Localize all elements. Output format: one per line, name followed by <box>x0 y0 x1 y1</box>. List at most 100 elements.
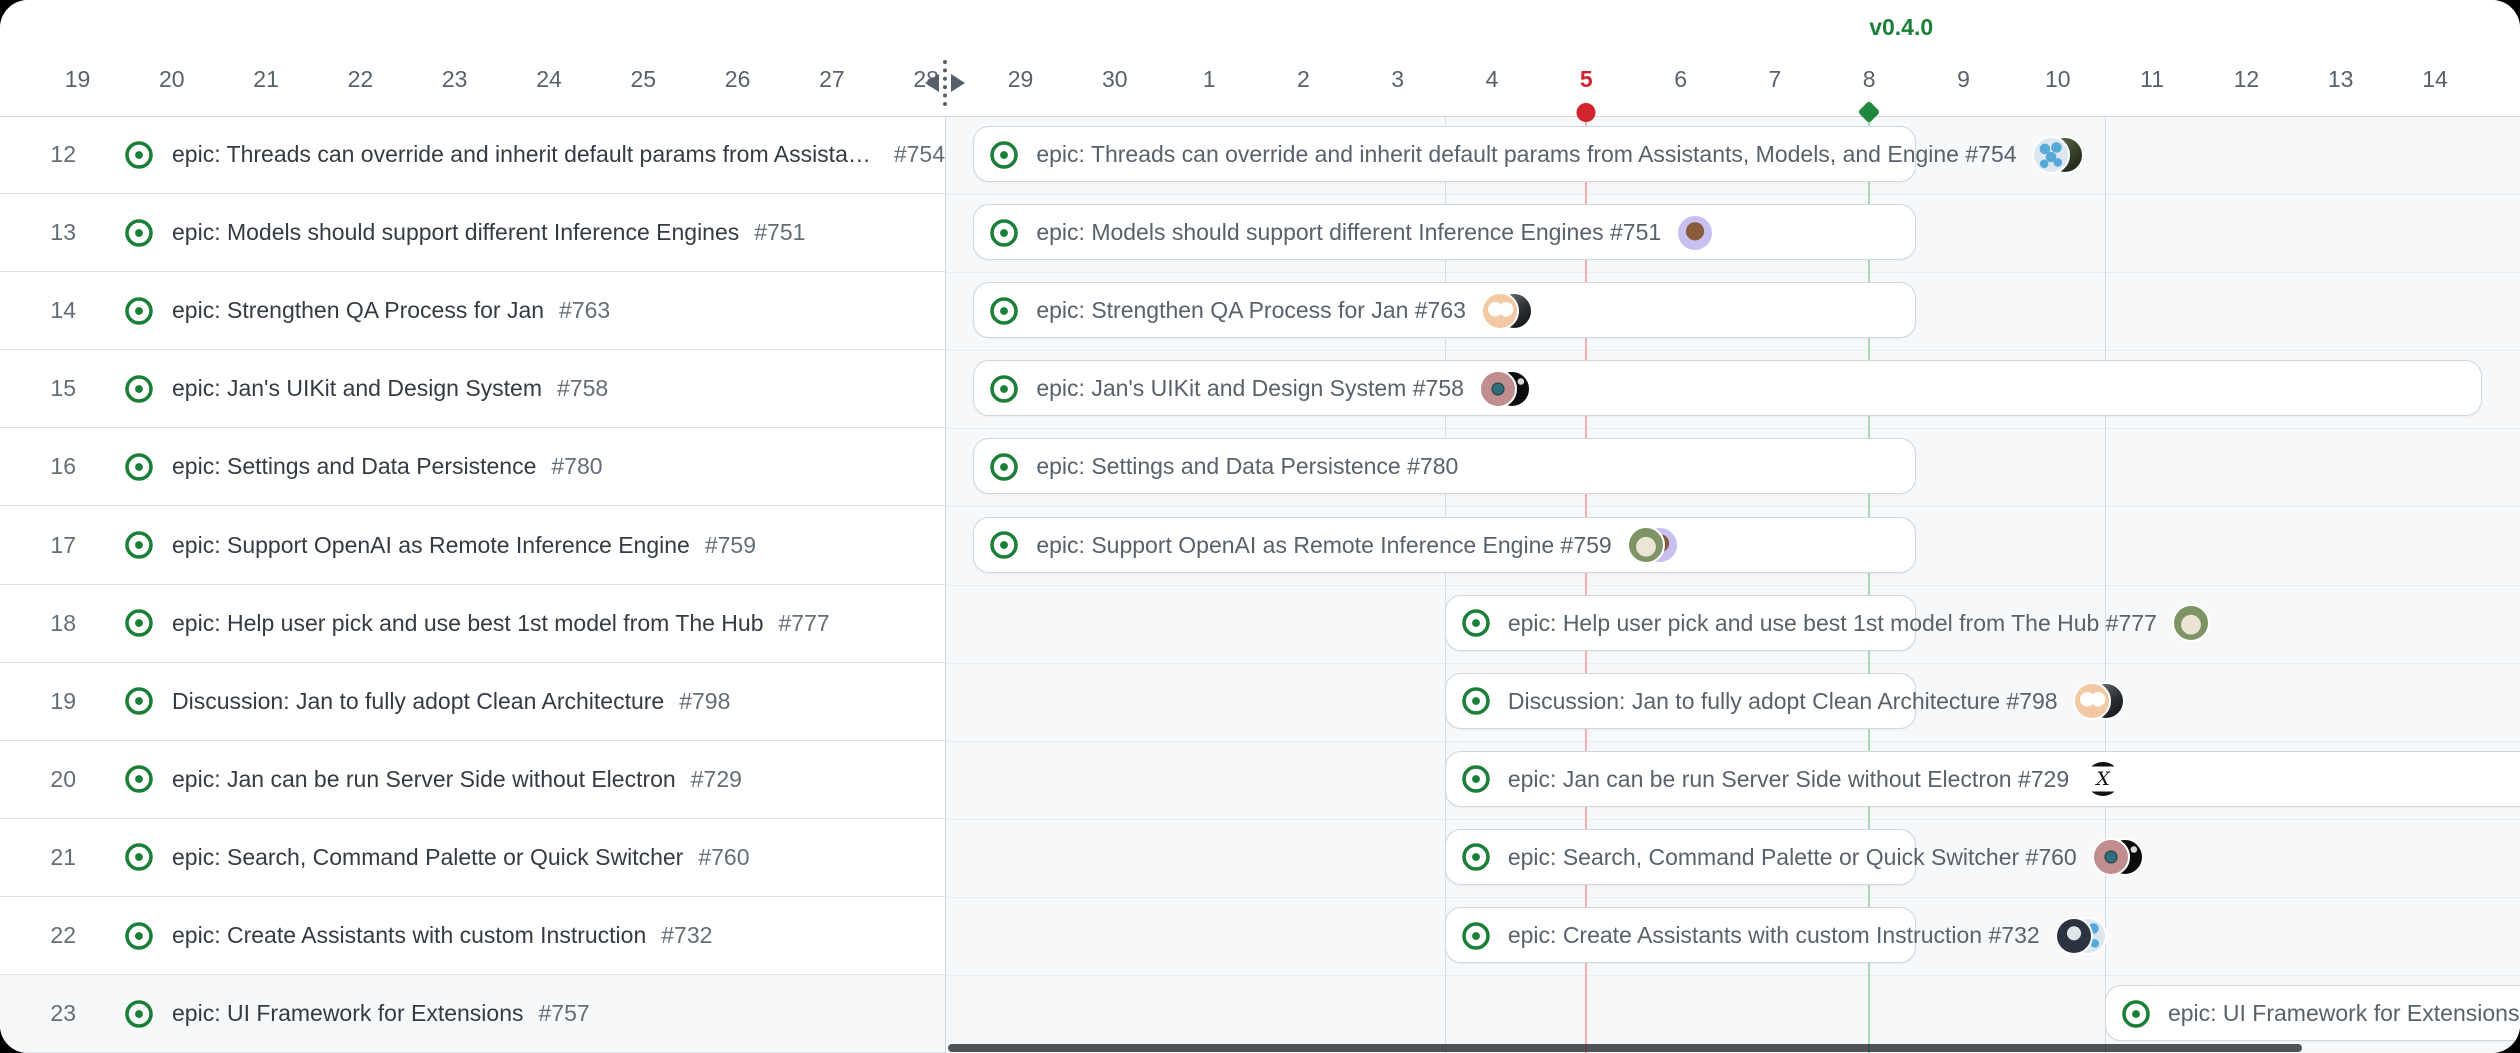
open-issue-icon <box>124 296 154 326</box>
table-row[interactable]: 20 epic: Jan can be run Server Side with… <box>0 741 945 819</box>
row-number: 12 <box>0 141 76 168</box>
table-row[interactable]: 15 epic: Jan's UIKit and Design System #7… <box>0 350 945 428</box>
date-label: 9 <box>1957 66 1970 93</box>
date-label: 2 <box>1297 66 1310 93</box>
timeline-bar[interactable] <box>1445 907 1917 963</box>
table-row[interactable]: 22 epic: Create Assistants with custom I… <box>0 897 945 975</box>
resize-arrow-right-icon <box>951 74 965 92</box>
milestone-label: v0.4.0 <box>1869 14 1933 41</box>
date-label: 4 <box>1486 66 1499 93</box>
issue-number: #760 <box>698 844 749 871</box>
issue-number: #780 <box>551 453 602 480</box>
assignee-avatar-stack <box>2172 604 2210 642</box>
open-issue-icon <box>124 842 154 872</box>
timeline-bar[interactable] <box>973 438 1916 494</box>
date-label: 1 <box>1203 66 1216 93</box>
row-number: 15 <box>0 375 76 402</box>
assignee-avatar-stack <box>2092 838 2144 876</box>
issue-title-link[interactable]: epic: Support OpenAI as Remote Inference… <box>172 532 690 559</box>
issue-number: #754 <box>894 141 945 168</box>
table-row[interactable]: 14 epic: Strengthen QA Process for Jan#7… <box>0 272 945 350</box>
row-number: 16 <box>0 453 76 480</box>
week-gridline <box>2105 116 2106 1053</box>
table-row[interactable]: 21 epic: Search, Command Palette or Quic… <box>0 819 945 897</box>
date-label: 21 <box>253 66 279 93</box>
issue-title-link[interactable]: epic: Jan can be run Server Side without… <box>172 766 676 793</box>
issue-number: #751 <box>754 219 805 246</box>
row-number: 20 <box>0 766 76 793</box>
column-resize-cursor-icon[interactable] <box>925 60 965 106</box>
open-issue-icon <box>124 140 154 170</box>
timeline-bar[interactable] <box>973 282 1916 338</box>
issue-number: #798 <box>679 688 730 715</box>
issue-number: #759 <box>705 532 756 559</box>
table-row[interactable]: 17 epic: Support OpenAI as Remote Infere… <box>0 507 945 585</box>
issue-title-link[interactable]: epic: UI Framework for Extensions <box>172 1000 524 1027</box>
table-row[interactable]: 18 epic: Help user pick and use best 1st… <box>0 585 945 663</box>
horizontal-scrollbar-thumb[interactable] <box>948 1044 2302 1052</box>
identicon-avatar[interactable] <box>2032 136 2070 174</box>
issue-title-link[interactable]: epic: Strengthen QA Process for Jan <box>172 297 544 324</box>
user-photo-avatar[interactable] <box>2046 136 2084 174</box>
timeline-bar[interactable] <box>2105 985 2520 1041</box>
timeline-bar[interactable] <box>973 517 1916 573</box>
issue-title-link[interactable]: epic: Create Assistants with custom Inst… <box>172 922 646 949</box>
date-label: 23 <box>442 66 468 93</box>
table-row[interactable]: 13 epic: Models should support different… <box>0 194 945 272</box>
table-row[interactable]: 23 epic: UI Framework for Extensions#757 <box>0 975 945 1053</box>
date-label: 10 <box>2045 66 2071 93</box>
issue-number: #732 <box>661 922 712 949</box>
issue-number: #757 <box>539 1000 590 1027</box>
open-issue-icon <box>124 374 154 404</box>
date-label: 22 <box>348 66 374 93</box>
issue-title-link[interactable]: epic: Search, Command Palette or Quick S… <box>172 844 683 871</box>
timeline-bar[interactable] <box>1445 595 1917 651</box>
table-row[interactable]: 19 Discussion: Jan to fully adopt Clean … <box>0 663 945 741</box>
date-label-today: 5 <box>1580 66 1593 93</box>
timeline-bar[interactable] <box>1445 751 2520 807</box>
date-label: 30 <box>1102 66 1128 93</box>
open-issue-icon <box>124 530 154 560</box>
open-issue-icon <box>124 999 154 1029</box>
projects-roadmap-window: epic: Threads can override and inherit d… <box>0 0 2520 1053</box>
row-number: 14 <box>0 297 76 324</box>
timeline-bar[interactable] <box>973 360 2482 416</box>
open-issue-icon <box>124 686 154 716</box>
timeline-bar[interactable] <box>1445 829 1917 885</box>
issue-title-link[interactable]: epic: Jan's UIKit and Design System <box>172 375 542 402</box>
issue-title-link[interactable]: epic: Models should support different In… <box>172 219 739 246</box>
date-label: 25 <box>631 66 657 93</box>
date-label: 14 <box>2422 66 2448 93</box>
row-number: 22 <box>0 922 76 949</box>
date-label: 7 <box>1768 66 1781 93</box>
issue-title-link[interactable]: epic: Help user pick and use best 1st mo… <box>172 610 764 637</box>
open-issue-icon <box>124 218 154 248</box>
row-number: 21 <box>0 844 76 871</box>
cat-photo-avatar[interactable] <box>2172 604 2210 642</box>
date-label: 12 <box>2234 66 2260 93</box>
issue-title-link[interactable]: Discussion: Jan to fully adopt Clean Arc… <box>172 688 664 715</box>
timeline-bar[interactable] <box>1445 673 1917 729</box>
timeline-bar[interactable] <box>973 204 1916 260</box>
issue-title-link[interactable]: epic: Threads can override and inherit d… <box>172 141 879 168</box>
date-label: 3 <box>1391 66 1404 93</box>
date-label: 20 <box>159 66 185 93</box>
date-label: 8 <box>1863 66 1876 93</box>
dark-avatar[interactable] <box>2106 838 2144 876</box>
assignee-avatar-stack <box>2032 136 2084 174</box>
issue-number: #758 <box>557 375 608 402</box>
open-issue-icon <box>124 608 154 638</box>
issue-title-link[interactable]: epic: Settings and Data Persistence <box>172 453 536 480</box>
table-row[interactable]: 12 epic: Threads can override and inheri… <box>0 116 945 194</box>
date-label: 26 <box>725 66 751 93</box>
eye-art-avatar[interactable] <box>2092 838 2130 876</box>
identicon-avatar[interactable] <box>2069 917 2107 955</box>
date-label: 19 <box>65 66 91 93</box>
timeline-bar[interactable] <box>973 126 1916 182</box>
table-row[interactable]: 16 epic: Settings and Data Persistence #7… <box>0 428 945 506</box>
date-label: 29 <box>1008 66 1034 93</box>
resize-arrow-left-icon <box>925 74 939 92</box>
cat-suit-avatar[interactable] <box>2055 917 2093 955</box>
row-number: 13 <box>0 219 76 246</box>
issue-number: #729 <box>691 766 742 793</box>
